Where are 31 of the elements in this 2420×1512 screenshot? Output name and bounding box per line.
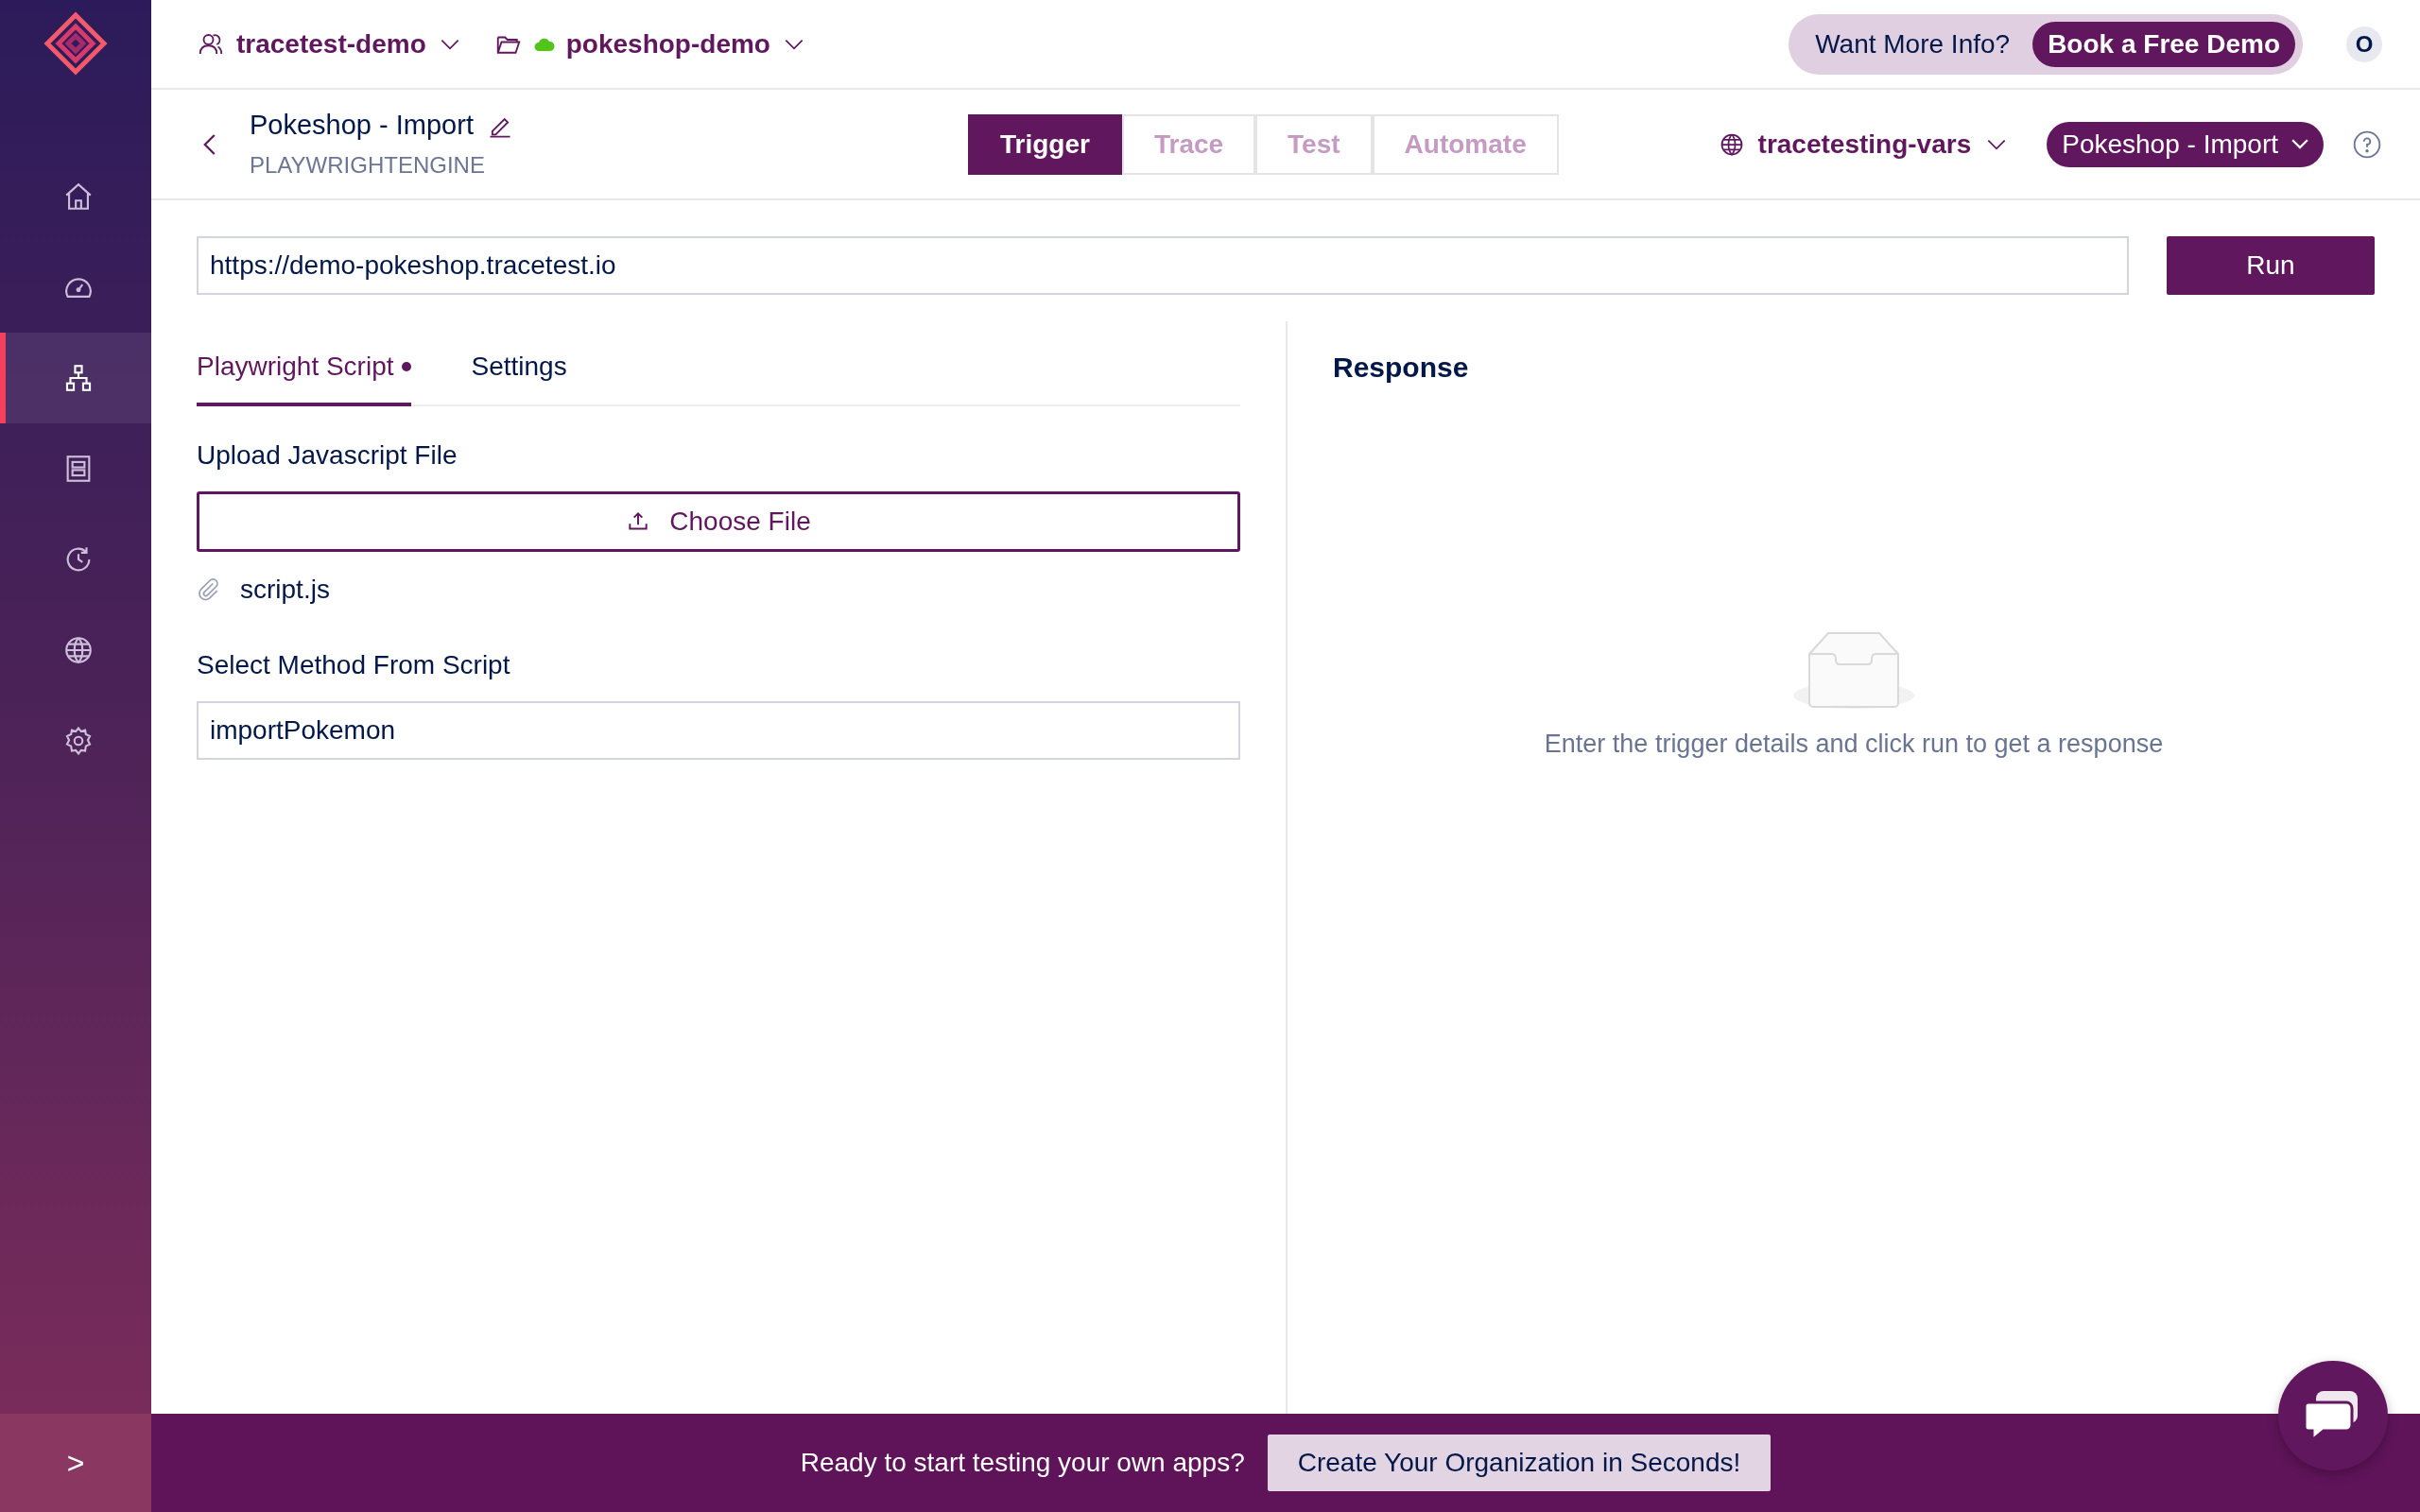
promo-text: Want More Info? bbox=[1815, 28, 2011, 60]
empty-inbox-icon bbox=[1792, 629, 1915, 709]
mode-tab[interactable]: Trigger bbox=[968, 113, 1122, 175]
help-icon[interactable] bbox=[2352, 129, 2382, 160]
book-demo-button[interactable]: Book a Free Demo bbox=[2032, 21, 2295, 67]
banner-text: Ready to start testing your own apps? bbox=[800, 1448, 1245, 1478]
upload-label: Upload Javascript File bbox=[197, 440, 458, 471]
organization-selector[interactable]: tracetest-demo bbox=[197, 28, 462, 60]
choose-file-button[interactable]: Choose File bbox=[197, 491, 1240, 552]
empty-state-message: Enter the trigger details and click run to get a response bbox=[1544, 730, 2164, 759]
environment-selector[interactable]: pokeshop-demo bbox=[493, 28, 806, 60]
script-tab[interactable]: Settings bbox=[471, 340, 567, 406]
trigger-type-label: PLAYWRIGHTENGINE bbox=[250, 152, 486, 179]
expand-sidebar-button[interactable]: > bbox=[0, 1414, 151, 1512]
create-organization-button[interactable]: Create Your Organization in Seconds! bbox=[1267, 1435, 1772, 1491]
sidebar-item[interactable] bbox=[0, 333, 151, 423]
response-title: Response bbox=[1333, 352, 1470, 384]
test-selector[interactable]: Pokeshop - Import bbox=[2047, 121, 2324, 167]
url-field[interactable]: https://demo-pokeshop.tracetest.io bbox=[197, 236, 2129, 295]
chevron-down-icon bbox=[2291, 139, 2308, 149]
test-title: Pokeshop - Import bbox=[250, 110, 474, 141]
globe-icon bbox=[62, 634, 95, 666]
file-name[interactable]: script.js bbox=[240, 575, 330, 605]
method-label: Select Method From Script bbox=[197, 650, 511, 680]
variable-set-selector[interactable]: tracetesting-vars bbox=[1718, 129, 2010, 160]
script-tab[interactable]: Playwright Script bbox=[197, 340, 411, 406]
cloud-icon bbox=[533, 36, 555, 52]
method-field[interactable]: importPokemon bbox=[197, 701, 1240, 760]
paperclip-icon bbox=[197, 577, 221, 602]
run-button[interactable]: Run bbox=[2167, 236, 2375, 295]
user-avatar[interactable]: O bbox=[2346, 26, 2382, 62]
